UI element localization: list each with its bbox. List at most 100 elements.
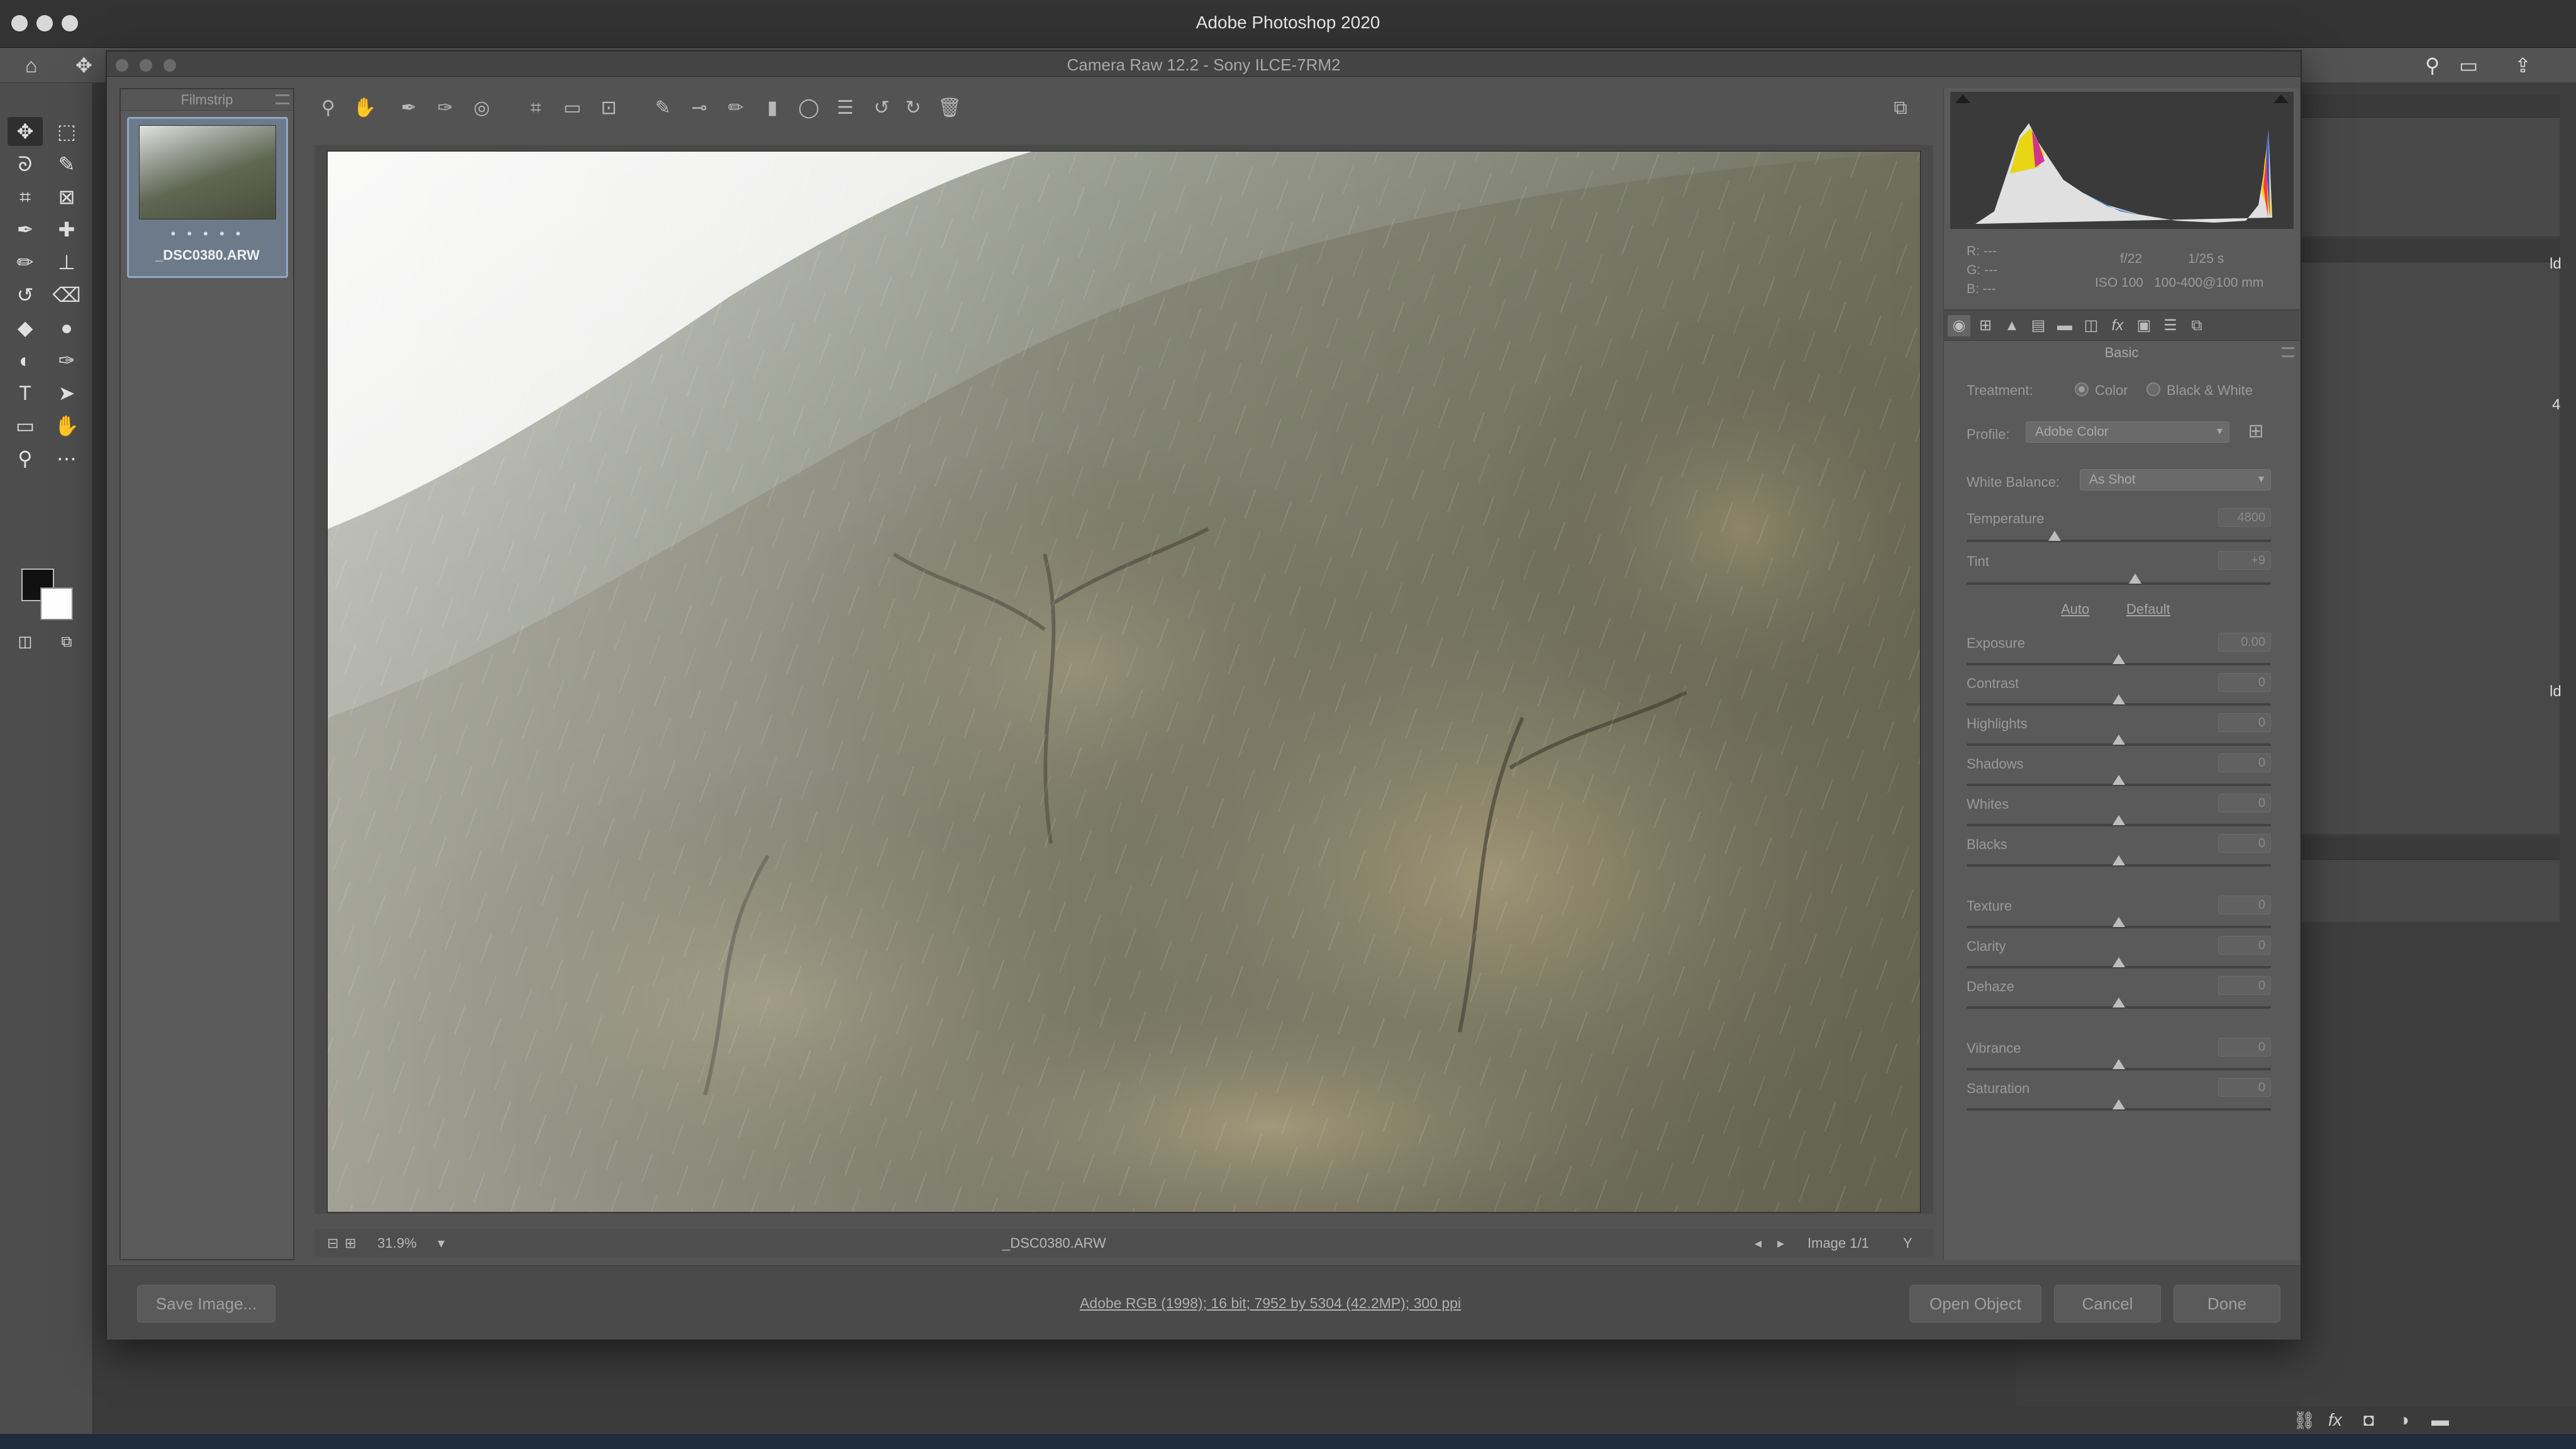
marquee-tool-icon[interactable]: ⬚ — [49, 117, 84, 146]
highlights-slider[interactable] — [1967, 735, 2271, 746]
blacks-slider[interactable] — [1967, 855, 2271, 867]
clarity-slider[interactable] — [1967, 957, 2271, 969]
white-balance-tool-icon[interactable]: ✒ — [395, 96, 423, 121]
slider-thumb[interactable] — [2112, 917, 2125, 927]
slider-value[interactable]: 0.00 — [2218, 633, 2271, 652]
highlight-clipping-icon[interactable] — [2273, 94, 2289, 103]
crop-tool-icon[interactable]: ⌗ — [8, 182, 43, 211]
split-toning-tab-icon[interactable]: ▬ — [2053, 315, 2076, 336]
slider-thumb[interactable] — [2112, 997, 2125, 1008]
quick-mask-icon[interactable]: ◫ — [8, 628, 43, 657]
slider-value[interactable]: 0 — [2218, 896, 2271, 914]
basic-tab-icon[interactable]: ◉ — [1948, 315, 1970, 336]
slider-thumb[interactable] — [2112, 775, 2125, 785]
treatment-color-radio[interactable] — [2075, 382, 2089, 396]
filmstrip-thumbnail[interactable]: • • • • • _DSC0380.ARW — [127, 117, 288, 278]
slider-thumb[interactable] — [2112, 855, 2125, 865]
brush-tool-icon[interactable]: ✏ — [8, 248, 43, 277]
tone-curve-tab-icon[interactable]: ⊞ — [1974, 315, 1997, 336]
hsl-tab-icon[interactable]: ▤ — [2027, 315, 2050, 336]
layer-mask-icon[interactable]: ◘ — [2363, 1410, 2374, 1430]
background-color-swatch[interactable] — [40, 587, 73, 620]
slider-value[interactable]: 0 — [2218, 673, 2271, 692]
dehaze-slider[interactable] — [1967, 997, 2271, 1009]
zoom-out-icon[interactable]: ⊟ — [327, 1235, 338, 1252]
color-sampler-tool-icon[interactable]: ✑ — [431, 96, 459, 121]
detail-tab-icon[interactable]: ▲ — [2001, 315, 2023, 336]
zoom-in-icon[interactable]: ⊞ — [345, 1235, 356, 1252]
crop-tool-icon[interactable]: ⌗ — [522, 96, 550, 121]
hand-tool-icon[interactable]: ✋ — [351, 96, 379, 121]
blur-tool-icon[interactable]: ● — [49, 313, 84, 342]
new-group-icon[interactable]: ▬ — [2431, 1410, 2449, 1430]
link-layers-icon[interactable]: ⛓ — [2293, 1410, 2316, 1431]
calibration-tab-icon[interactable]: ▣ — [2133, 315, 2155, 336]
slider-thumb[interactable] — [2112, 735, 2125, 745]
screen-mode-icon[interactable]: ⧉ — [49, 628, 84, 657]
slider-thumb[interactable] — [2112, 815, 2125, 825]
quick-select-tool-icon[interactable]: ✎ — [49, 150, 84, 179]
treatment-bw-radio[interactable] — [2146, 382, 2160, 396]
presets-tab-icon[interactable]: ☰ — [2159, 315, 2182, 336]
path-select-tool-icon[interactable]: ➤ — [49, 379, 84, 408]
open-object-button[interactable]: Open Object — [1909, 1285, 2041, 1323]
done-button[interactable]: Done — [2174, 1285, 2280, 1323]
cancel-button[interactable]: Cancel — [2054, 1285, 2161, 1323]
default-link[interactable]: Default — [2126, 601, 2170, 618]
before-after-icon[interactable]: Y — [1903, 1235, 1913, 1252]
stamp-tool-icon[interactable]: ⊥ — [49, 248, 84, 277]
slider-value[interactable]: 0 — [2218, 1078, 2271, 1097]
eraser-tool-icon[interactable]: ⌫ — [49, 280, 84, 309]
more-tools-icon[interactable]: ⋯ — [49, 444, 84, 473]
rectangle-tool-icon[interactable]: ▭ — [8, 411, 43, 440]
radial-filter-tool-icon[interactable]: ◯ — [795, 96, 823, 121]
snapshots-tab-icon[interactable]: ⧉ — [2185, 315, 2208, 336]
type-tool-icon[interactable]: T — [8, 379, 43, 408]
basic-menu-icon[interactable] — [2282, 347, 2294, 357]
rotate-left-icon[interactable]: ↺ — [868, 96, 896, 121]
zoom-dropdown-icon[interactable]: ▾ — [438, 1235, 445, 1252]
next-image-icon[interactable]: ▸ — [1777, 1235, 1784, 1252]
workspace-icon[interactable]: ▭ — [2459, 55, 2478, 75]
profile-browser-icon[interactable]: ⊞ — [2243, 420, 2268, 445]
slider-value[interactable]: 0 — [2218, 936, 2271, 955]
lens-tab-icon[interactable]: ◫ — [2080, 315, 2102, 336]
transform-tool-icon[interactable]: ⊡ — [595, 96, 623, 121]
red-eye-tool-icon[interactable]: ⊸ — [686, 96, 713, 121]
rotate-right-icon[interactable]: ↻ — [899, 96, 927, 121]
eyedropper-tool-icon[interactable]: ✒ — [8, 215, 43, 244]
fullscreen-icon[interactable]: ⧉ — [1887, 96, 1914, 121]
layer-fx-icon[interactable]: fx — [2328, 1410, 2342, 1430]
move-tool-icon[interactable]: ✥ — [8, 117, 43, 146]
white-balance-select[interactable]: As Shot ▾ — [2080, 469, 2271, 491]
slider-thumb[interactable] — [2048, 531, 2061, 541]
delete-icon[interactable]: 🗑 — [936, 96, 963, 121]
slider-value[interactable]: 0 — [2218, 1038, 2271, 1057]
saturation-slider[interactable] — [1967, 1099, 2271, 1111]
image-preview[interactable] — [327, 151, 1921, 1213]
auto-link[interactable]: Auto — [2061, 601, 2089, 618]
slider-value[interactable]: 0 — [2218, 753, 2271, 772]
history-brush-tool-icon[interactable]: ↺ — [8, 280, 43, 309]
shadow-clipping-icon[interactable] — [1955, 94, 1970, 103]
adjustment-brush-tool-icon[interactable]: ✏ — [722, 96, 750, 121]
slider-value[interactable]: 0 — [2218, 713, 2271, 732]
home-icon[interactable]: ⌂ — [25, 55, 37, 75]
effects-tab-icon[interactable]: fx — [2106, 315, 2129, 336]
vibrance-slider[interactable] — [1967, 1059, 2271, 1070]
spot-removal-tool-icon[interactable]: ✎ — [649, 96, 677, 121]
contrast-slider[interactable] — [1967, 694, 2271, 706]
straighten-tool-icon[interactable]: ▭ — [558, 96, 586, 121]
slider-thumb[interactable] — [2112, 957, 2125, 967]
paint-bucket-tool-icon[interactable]: ◆ — [8, 313, 43, 342]
slider-value[interactable]: 0 — [2218, 794, 2271, 813]
graduated-filter-tool-icon[interactable]: ▮ — [758, 96, 786, 121]
move-tool-icon[interactable]: ✥ — [75, 55, 92, 75]
search-icon[interactable]: ⚲ — [2425, 55, 2440, 75]
texture-slider[interactable] — [1967, 917, 2271, 928]
lasso-tool-icon[interactable]: ᘐ — [8, 150, 43, 179]
zoom-tool-icon[interactable]: ⚲ — [314, 96, 342, 121]
slider-thumb[interactable] — [2112, 654, 2125, 664]
slider-value[interactable]: +9 — [2218, 551, 2271, 570]
previous-image-icon[interactable]: ◂ — [1755, 1235, 1762, 1252]
